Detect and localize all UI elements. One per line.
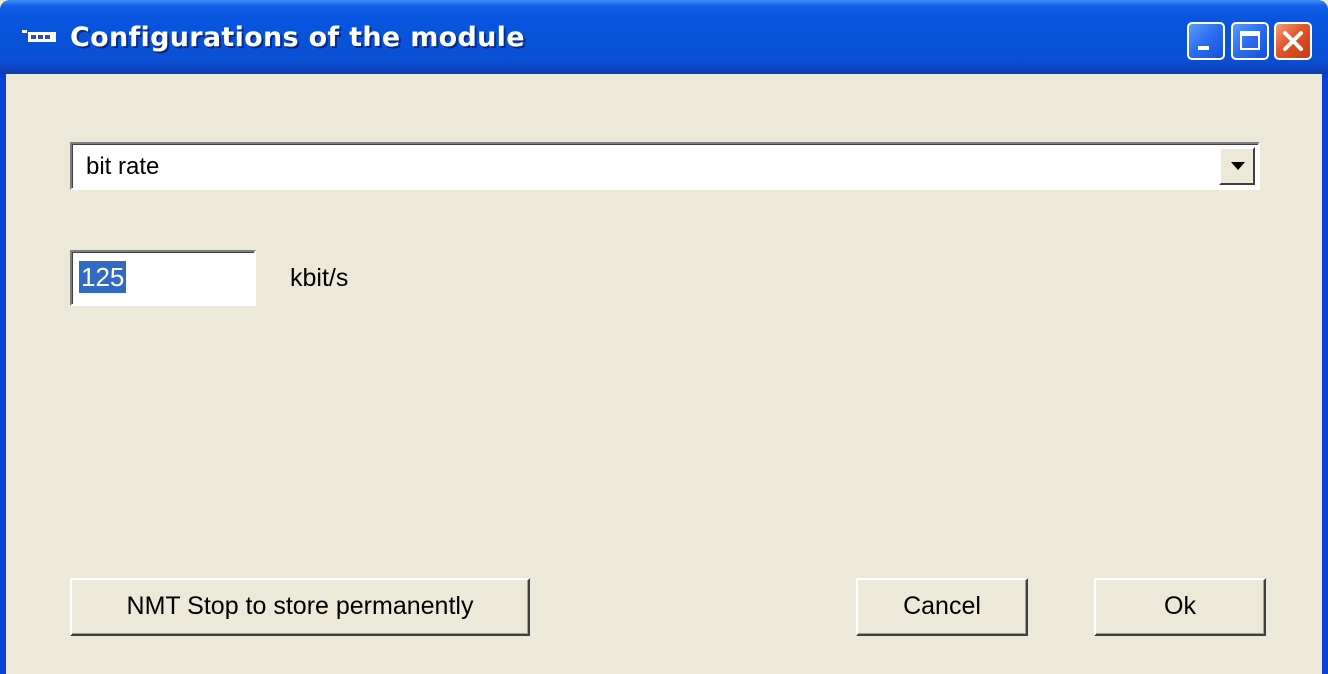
dialog-window: Configurations of the module bit rate 12… <box>0 0 1328 674</box>
dialog-client-area: bit rate 125 kbit/s NMT Stop to store pe… <box>6 74 1322 674</box>
parameter-dropdown-value: bit rate <box>86 153 160 180</box>
application-icon <box>22 28 62 44</box>
parameter-dropdown[interactable]: bit rate <box>70 142 1260 190</box>
maximize-button[interactable] <box>1231 22 1269 60</box>
bit-rate-input[interactable]: 125 <box>70 250 256 306</box>
bit-rate-value: 125 <box>79 261 127 293</box>
window-title: Configurations of the module <box>70 22 525 53</box>
close-icon <box>1283 31 1303 51</box>
title-bar[interactable]: Configurations of the module <box>0 0 1328 74</box>
bit-rate-unit-label: kbit/s <box>290 264 349 292</box>
chevron-down-icon <box>1231 162 1245 170</box>
cancel-button[interactable]: Cancel <box>856 578 1028 636</box>
ok-button[interactable]: Ok <box>1094 578 1266 636</box>
close-button[interactable] <box>1274 22 1312 60</box>
nmt-stop-button[interactable]: NMT Stop to store permanently <box>70 578 530 636</box>
minimize-icon <box>1198 46 1209 50</box>
maximize-icon <box>1240 31 1260 50</box>
dropdown-button[interactable] <box>1219 147 1255 185</box>
minimize-button[interactable] <box>1187 22 1225 60</box>
